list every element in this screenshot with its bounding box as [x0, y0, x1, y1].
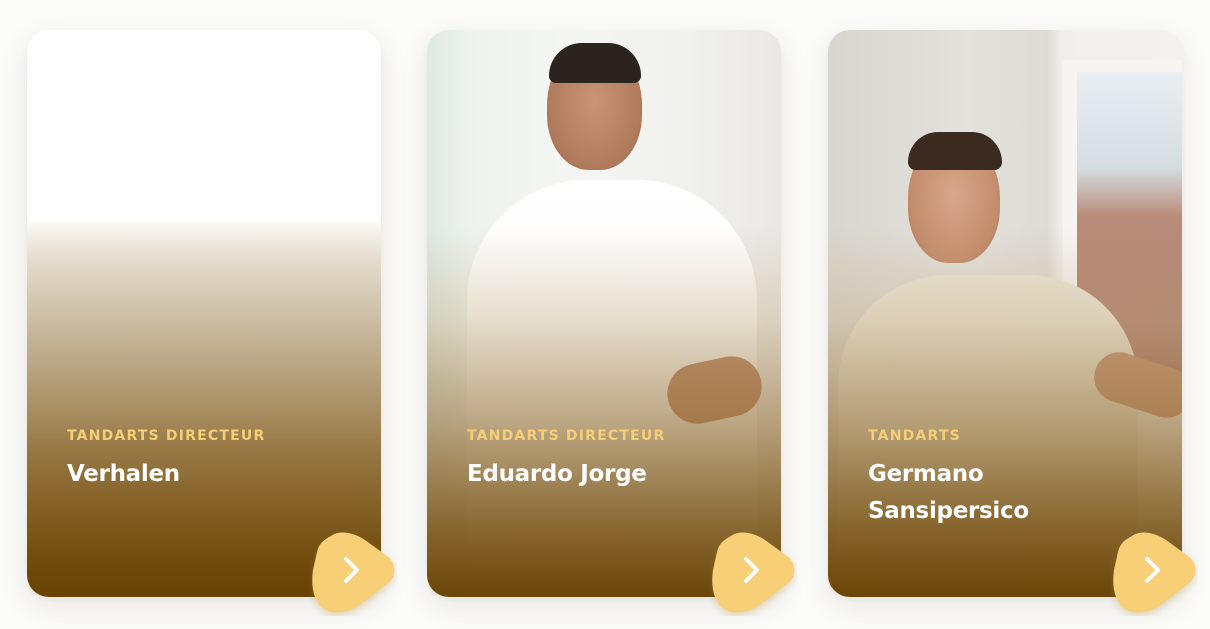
team-card-verhalen[interactable]: TANDARTS DIRECTEUR Verhalen: [27, 30, 381, 597]
team-cards-row: TANDARTS DIRECTEUR Verhalen TANDARTS DIR…: [0, 0, 1210, 629]
card-role-label: TANDARTS DIRECTEUR: [467, 428, 666, 444]
card-caption: TANDARTS Germano Sansipersico: [868, 428, 1152, 530]
team-card-eduardo-jorge[interactable]: TANDARTS DIRECTEUR Eduardo Jorge: [427, 30, 781, 597]
card-link-button[interactable]: [1110, 530, 1198, 616]
card-name-line: Germano: [868, 461, 984, 487]
photo-figure-hair: [549, 43, 641, 83]
card-link-button[interactable]: [709, 530, 797, 616]
card-name-line: Verhalen: [67, 461, 180, 487]
blob-shape: [1113, 532, 1196, 613]
card-role-label: TANDARTS DIRECTEUR: [67, 428, 266, 444]
card-name-line: Eduardo Jorge: [467, 461, 647, 487]
card-caption: TANDARTS DIRECTEUR Verhalen: [67, 428, 351, 493]
photo-figure-hair: [908, 132, 1002, 170]
card-name-line: Sansipersico: [868, 498, 1029, 524]
card-role-label: TANDARTS: [868, 428, 961, 444]
blob-shape: [312, 532, 395, 613]
blob-shape: [712, 532, 795, 613]
card-caption: TANDARTS DIRECTEUR Eduardo Jorge: [467, 428, 751, 493]
team-card-germano-sansipersico[interactable]: TANDARTS Germano Sansipersico: [828, 30, 1182, 597]
card-link-button[interactable]: [309, 530, 397, 616]
